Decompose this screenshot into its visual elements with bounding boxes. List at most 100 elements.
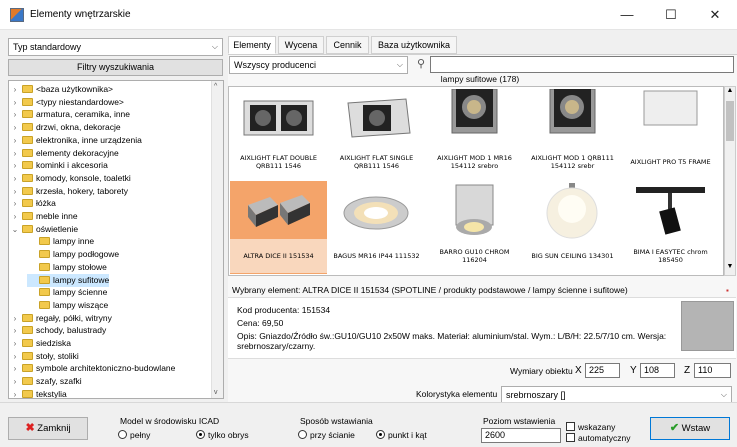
title-bar: Elementy wnętrzarskie — ☐ ✕: [0, 0, 737, 30]
tab-wycena[interactable]: Wycena: [278, 36, 324, 54]
scroll-up-icon[interactable]: ▲: [725, 87, 735, 99]
radio-icon: [298, 430, 307, 439]
model-full-radio[interactable]: pełny: [118, 430, 150, 440]
level-input[interactable]: 2600: [481, 428, 561, 443]
tree-item[interactable]: › <typy niestandardowe>: [10, 96, 124, 109]
folder-icon: [22, 186, 33, 195]
tree-item[interactable]: lampy inne: [27, 235, 94, 248]
tree-item[interactable]: › schody, balustrady: [10, 324, 107, 337]
product-thumbnail: [240, 89, 317, 145]
product-tile[interactable]: BIMA I EASYTEC chrom 185450: [622, 181, 719, 274]
expand-arrow-icon[interactable]: ›: [10, 159, 20, 172]
tree-item[interactable]: › elementy dekoracyjne: [10, 147, 119, 160]
expand-arrow-icon[interactable]: ›: [10, 375, 20, 388]
scroll-up-icon[interactable]: ^: [214, 83, 217, 90]
tab-cennik[interactable]: Cennik: [326, 36, 369, 54]
close-button-label: Zamknij: [37, 423, 71, 434]
tree-item[interactable]: lampy podłogowe: [27, 248, 119, 261]
tree-scrollbar[interactable]: ^ v: [211, 81, 223, 398]
tree-item[interactable]: › symbole architektoniczno-budowlane: [10, 362, 176, 375]
expand-arrow-icon[interactable]: ›: [10, 172, 20, 185]
tree-item[interactable]: › stoły, stoliki: [10, 350, 79, 363]
tree-item[interactable]: › meble inne: [10, 210, 78, 223]
tab-elementy[interactable]: Elementy: [228, 36, 276, 54]
tab-baza-uzytkownika[interactable]: Baza użytkownika: [371, 36, 457, 54]
tree-item[interactable]: › łóżka: [10, 197, 56, 210]
tree-item[interactable]: › regały, półki, witryny: [10, 312, 112, 325]
close-window-button[interactable]: ✕: [693, 0, 737, 30]
expand-arrow-icon[interactable]: ›: [10, 388, 20, 398]
tree-item[interactable]: › <baza użytkownika>: [10, 83, 113, 96]
dim-y-input[interactable]: 108: [640, 363, 675, 378]
level-specified-checkbox[interactable]: wskazany: [566, 422, 615, 432]
expand-arrow-icon[interactable]: ›: [10, 83, 20, 96]
product-tile[interactable]: AIXLIGHT FLAT SINGLE QRB111 1546: [328, 87, 425, 180]
scroll-thumb[interactable]: [726, 101, 734, 141]
search-input[interactable]: [430, 56, 734, 73]
maximize-button[interactable]: ☐: [649, 0, 693, 30]
expand-arrow-icon[interactable]: ›: [10, 337, 20, 350]
tree-item[interactable]: lampy wiszące: [27, 299, 108, 312]
insert-point-radio[interactable]: punkt i kąt: [376, 430, 427, 440]
product-tile[interactable]: AIXLIGHT FLAT DOUBLE QRB111 1546: [230, 87, 327, 180]
expand-arrow-icon[interactable]: ›: [10, 108, 20, 121]
collapse-arrow-icon[interactable]: ⌄: [10, 223, 20, 236]
expand-arrow-icon[interactable]: ›: [10, 96, 20, 109]
product-tile[interactable]: AIXLIGHT MOD 1 MR16 154112 srebro: [426, 87, 523, 180]
folder-icon: [22, 377, 33, 386]
expand-arrow-icon[interactable]: ›: [10, 185, 20, 198]
tree-item[interactable]: ⌄ oświetlenie: [10, 223, 78, 236]
scroll-down-icon[interactable]: v: [214, 389, 218, 396]
tree-item[interactable]: lampy sufitowe: [27, 273, 110, 287]
product-tile[interactable]: BARRO GU10 CHROM 116204: [426, 181, 523, 274]
tree-item[interactable]: › elektronika, inne urządzenia: [10, 134, 142, 147]
expand-arrow-icon[interactable]: ›: [10, 197, 20, 210]
expand-arrow-icon[interactable]: ›: [10, 134, 20, 147]
level-auto-checkbox[interactable]: automatyczny: [566, 433, 630, 443]
product-tile[interactable]: AIXLIGHT MOD 1 QRB111 154112 srebr: [524, 87, 621, 180]
category-tree[interactable]: ^ v › <baza użytkownika> › <typy niestandar…: [8, 80, 224, 399]
tree-item[interactable]: › szafy, szafki: [10, 375, 82, 388]
insert-button[interactable]: ✔ Wstaw: [650, 417, 730, 440]
product-tile[interactable]: BIG SUN CEILING 134301: [524, 181, 621, 274]
product-tile[interactable]: AIXLIGHT PRO T5 FRAME: [622, 87, 719, 180]
dim-z-input[interactable]: 110: [694, 363, 731, 378]
expand-arrow-icon[interactable]: ›: [10, 312, 20, 325]
close-button[interactable]: ✖ Zamknij: [8, 417, 88, 440]
expand-arrow-icon[interactable]: ›: [10, 210, 20, 223]
tree-item-label: szafy, szafki: [36, 376, 82, 387]
folder-icon: [39, 300, 50, 309]
expand-arrow-icon[interactable]: ›: [10, 324, 20, 337]
level-label: Poziom wstawienia: [483, 416, 556, 426]
product-tile[interactable]: ALTRA DICE II 151534: [230, 181, 327, 274]
flag-icon[interactable]: ▪: [726, 286, 729, 295]
folder-icon: [22, 110, 33, 119]
insert-wall-radio[interactable]: przy ścianie: [298, 430, 355, 440]
product-thumbnail: [632, 183, 709, 239]
tree-item[interactable]: › krzesła, hokery, taborety: [10, 185, 128, 198]
type-select[interactable]: Typ standardowy ⌵: [8, 38, 223, 56]
tree-item[interactable]: lampy stołowe: [27, 261, 107, 274]
tree-item[interactable]: › siedziska: [10, 337, 71, 350]
app-icon: [10, 8, 24, 22]
tree-item[interactable]: › drzwi, okna, dekoracje: [10, 121, 121, 134]
expand-arrow-icon[interactable]: ›: [10, 350, 20, 363]
minimize-button[interactable]: —: [605, 0, 649, 30]
expand-arrow-icon[interactable]: ›: [10, 121, 20, 134]
dim-x-input[interactable]: 225: [585, 363, 620, 378]
tree-item[interactable]: lampy ścienne: [27, 286, 107, 299]
model-outline-radio[interactable]: tylko obrys: [196, 430, 249, 440]
scroll-down-icon[interactable]: ▼: [725, 263, 735, 275]
producer-select[interactable]: Wszyscy producenci ⌵: [229, 56, 408, 74]
filter-button[interactable]: Filtry wyszukiwania: [8, 59, 223, 76]
tree-item[interactable]: › komody, konsole, toaletki: [10, 172, 131, 185]
product-tile[interactable]: BAGUS MR16 IP44 111532: [328, 181, 425, 274]
tree-item[interactable]: › kominki i akcesoria: [10, 159, 108, 172]
expand-arrow-icon[interactable]: ›: [10, 362, 20, 375]
checkbox-icon: [566, 433, 575, 442]
tree-item[interactable]: › armatura, ceramika, inne: [10, 108, 130, 121]
expand-arrow-icon[interactable]: ›: [10, 147, 20, 160]
grid-scrollbar[interactable]: ▲ ▼: [724, 86, 736, 276]
tree-item[interactable]: › tekstylia: [10, 388, 67, 398]
product-thumbnail: [534, 183, 611, 239]
